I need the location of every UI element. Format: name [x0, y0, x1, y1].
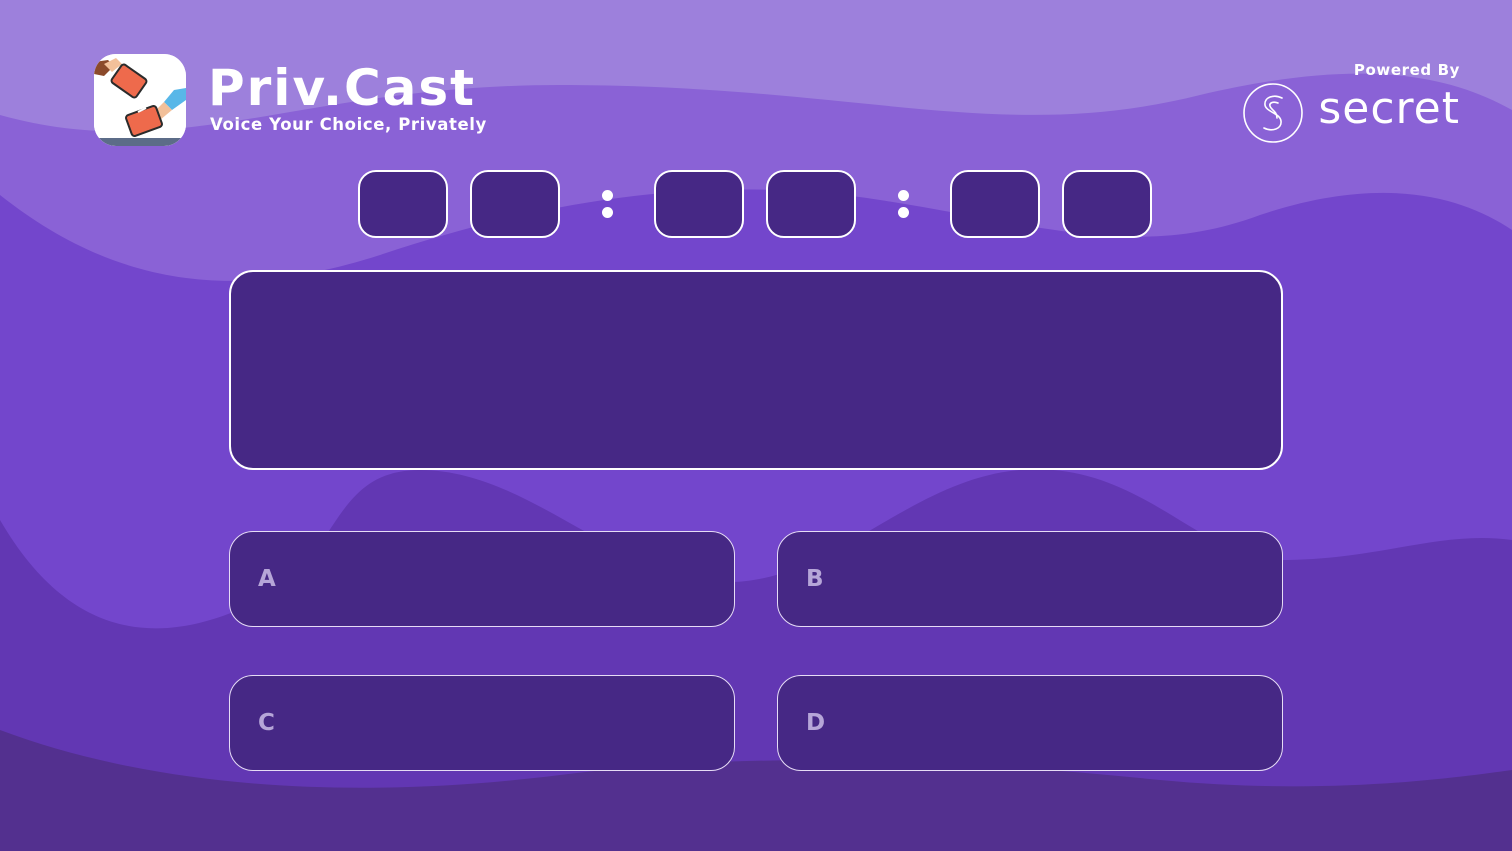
option-b-button[interactable]: B [777, 531, 1283, 627]
option-letter: D [806, 710, 826, 736]
option-a-button[interactable]: A [229, 531, 735, 627]
option-letter: C [258, 710, 275, 736]
powered-by-label: Powered By [1353, 61, 1460, 79]
app-tagline: Voice Your Choice, Privately [210, 115, 487, 134]
timer-digit-hours-tens [358, 170, 448, 238]
countdown-timer [358, 170, 1152, 238]
timer-digit-minutes-ones [766, 170, 856, 238]
powered-by: Powered By secret [1242, 60, 1460, 144]
question-panel [229, 270, 1283, 470]
secret-brand-name: secret [1318, 83, 1460, 134]
option-d-button[interactable]: D [777, 675, 1283, 771]
option-letter: B [806, 566, 824, 592]
option-letter: A [258, 566, 276, 592]
option-c-button[interactable]: C [229, 675, 735, 771]
timer-digit-seconds-ones [1062, 170, 1152, 238]
brand-header: Priv.Cast Voice Your Choice, Privately [94, 54, 487, 146]
timer-digit-hours-ones [470, 170, 560, 238]
secret-network-icon [1243, 83, 1304, 143]
timer-digit-seconds-tens [950, 170, 1040, 238]
timer-digit-minutes-tens [654, 170, 744, 238]
timer-separator [560, 170, 654, 238]
timer-separator [856, 170, 950, 238]
app-title: Priv.Cast [208, 59, 477, 117]
ballot-hands-icon [94, 54, 186, 146]
